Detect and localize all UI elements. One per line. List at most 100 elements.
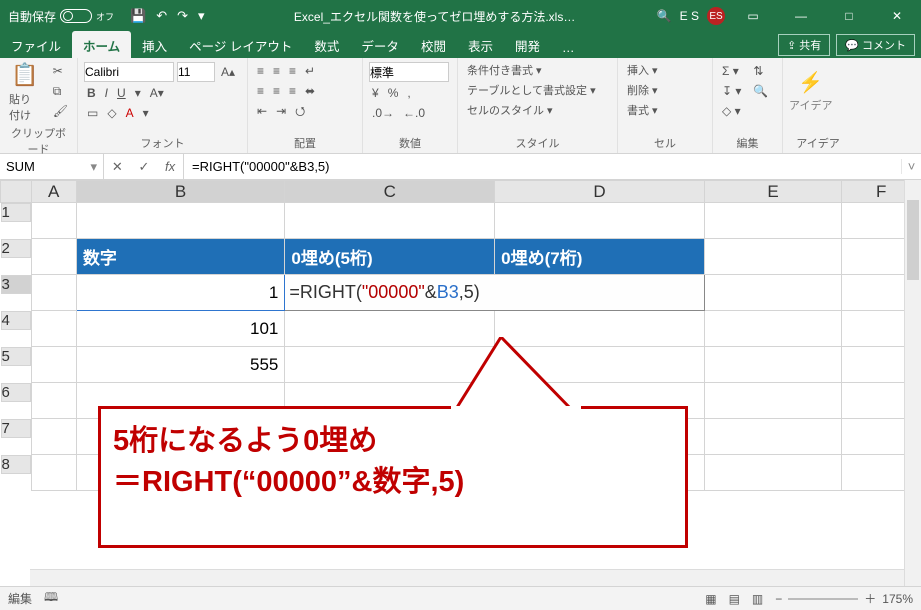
clear-icon[interactable]: ◇ ▾ <box>719 102 744 120</box>
row-header-5[interactable]: 5 <box>1 347 31 366</box>
font-size-select[interactable] <box>177 62 215 82</box>
view-pagebreak-icon[interactable]: ▥ <box>746 592 769 606</box>
user-avatar[interactable]: ES <box>707 7 725 25</box>
tab-review[interactable]: 校閲 <box>410 31 457 58</box>
border-icon[interactable]: ▭ <box>84 104 101 122</box>
delete-cells-button[interactable]: 削除 ▾ <box>624 82 661 100</box>
minimize-button[interactable]: — <box>781 9 821 23</box>
close-button[interactable]: ✕ <box>877 9 917 23</box>
insert-cells-button[interactable]: 挿入 ▾ <box>624 62 661 80</box>
accessibility-icon[interactable]: 🕮 <box>44 588 58 609</box>
row-header-6[interactable]: 6 <box>1 383 31 402</box>
cell-b3[interactable]: 1 <box>76 275 285 311</box>
percent-icon[interactable]: % <box>385 84 402 102</box>
row-header-1[interactable]: 1 <box>1 203 31 222</box>
ideas-icon[interactable]: ⚡ <box>798 70 823 95</box>
tab-insert[interactable]: 挿入 <box>131 31 178 58</box>
underline-button[interactable]: U <box>114 84 129 102</box>
tab-formulas[interactable]: 数式 <box>303 31 350 58</box>
vertical-scrollbar[interactable] <box>904 180 921 586</box>
ideas-button[interactable]: アイデア <box>789 97 832 113</box>
format-painter-icon[interactable]: 🖌 <box>50 102 71 120</box>
tab-pagelayout[interactable]: ページ レイアウト <box>178 31 303 58</box>
save-icon[interactable]: 💾 <box>130 8 146 24</box>
tab-view[interactable]: 表示 <box>457 31 504 58</box>
cell-styles-button[interactable]: セルのスタイル ▾ <box>464 102 599 120</box>
ribbon-options-icon[interactable]: ▭ <box>733 9 773 23</box>
maximize-button[interactable]: □ <box>829 9 869 23</box>
enter-formula-icon[interactable]: ✓ <box>138 159 149 175</box>
zoom-in-button[interactable]: ＋ <box>858 590 882 607</box>
expand-formula-bar-icon[interactable]: ˅ <box>901 159 921 174</box>
row-header-4[interactable]: 4 <box>1 311 31 330</box>
name-box[interactable]: SUM ▾ <box>0 154 104 179</box>
autosave-toggle[interactable]: 自動保存 オフ <box>0 8 122 25</box>
fill-icon[interactable]: ↧ ▾ <box>719 82 744 100</box>
format-as-table-button[interactable]: テーブルとして書式設定 ▾ <box>464 82 599 100</box>
row-header-2[interactable]: 2 <box>1 239 31 258</box>
share-button[interactable]: ⇪共有 <box>778 34 830 56</box>
row-header-3[interactable]: 3 <box>1 275 31 294</box>
tab-home[interactable]: ホーム <box>72 31 131 58</box>
row-header-7[interactable]: 7 <box>1 419 31 438</box>
cell-b2[interactable]: 数字 <box>76 239 285 275</box>
autosave-switch[interactable] <box>60 9 92 23</box>
paste-button[interactable]: 貼り付け <box>6 91 44 125</box>
cell-c2[interactable]: 0埋め(5桁) <box>285 239 495 275</box>
increase-decimal-icon[interactable]: .0→ <box>369 104 397 122</box>
tab-file[interactable]: ファイル <box>0 31 72 58</box>
decrease-decimal-icon[interactable]: ←.0 <box>400 104 428 122</box>
col-header-d[interactable]: D <box>495 181 705 203</box>
zoom-slider[interactable] <box>788 598 858 600</box>
align-bot-icon[interactable]: ≡ <box>286 62 299 80</box>
indent-dec-icon[interactable]: ⇤ <box>254 102 270 120</box>
align-left-icon[interactable]: ≡ <box>254 82 267 100</box>
tab-overflow[interactable]: … <box>551 36 586 58</box>
redo-icon[interactable]: ↷ <box>177 8 188 24</box>
sort-filter-icon[interactable]: ⇅ <box>750 62 771 80</box>
font-color-more-icon[interactable]: ▾ <box>140 104 152 122</box>
cell-d2[interactable]: 0埋め(7桁) <box>495 239 705 275</box>
view-pagelayout-icon[interactable]: ▤ <box>723 592 746 606</box>
increase-font-icon[interactable]: A▴ <box>218 63 238 81</box>
merge-icon[interactable]: ⬌ <box>302 82 318 100</box>
tab-developer[interactable]: 開発 <box>504 31 551 58</box>
fill-color-icon[interactable]: ◇ <box>104 104 119 122</box>
col-header-e[interactable]: E <box>704 181 841 203</box>
align-center-icon[interactable]: ≡ <box>270 82 283 100</box>
tab-data[interactable]: データ <box>350 31 410 58</box>
wrap-text-icon[interactable]: ↵ <box>302 62 318 80</box>
cell-c3-editing[interactable]: =RIGHT("00000"&B3,5) <box>285 275 705 311</box>
font-color-icon[interactable]: A <box>123 104 137 122</box>
col-header-a[interactable]: A <box>31 181 76 203</box>
col-header-c[interactable]: C <box>285 181 495 203</box>
currency-icon[interactable]: ¥ <box>369 84 382 102</box>
name-box-dropdown-icon[interactable]: ▾ <box>90 159 97 175</box>
find-select-icon[interactable]: 🔍 <box>750 82 771 100</box>
comment-button[interactable]: 💬コメント <box>836 34 915 56</box>
col-header-b[interactable]: B <box>76 181 285 203</box>
number-format-select[interactable] <box>369 62 449 82</box>
autosum-icon[interactable]: Σ ▾ <box>719 62 744 80</box>
cancel-formula-icon[interactable]: ✕ <box>112 159 123 175</box>
formula-input[interactable]: =RIGHT("00000"&B3,5) <box>184 159 901 174</box>
italic-button[interactable]: I <box>102 84 111 102</box>
align-right-icon[interactable]: ≡ <box>286 82 299 100</box>
copy-icon[interactable]: ⧉ <box>50 82 71 100</box>
paste-icon[interactable]: 📋 <box>11 62 38 88</box>
qat-overflow-icon[interactable]: ▾ <box>198 8 205 24</box>
comma-icon[interactable]: , <box>404 84 413 102</box>
zoom-level[interactable]: 175% <box>882 592 913 606</box>
zoom-out-button[interactable]: − <box>769 592 788 606</box>
row-header-8[interactable]: 8 <box>1 455 31 474</box>
font-name-select[interactable] <box>84 62 174 82</box>
search-icon[interactable]: 🔍 <box>657 9 672 23</box>
view-normal-icon[interactable]: ▦ <box>699 592 722 606</box>
bold-button[interactable]: B <box>84 84 99 102</box>
fx-icon[interactable]: fx <box>165 159 175 174</box>
cut-icon[interactable]: ✂ <box>50 62 71 80</box>
font-more-icon[interactable]: ▾ <box>132 84 144 102</box>
conditional-format-button[interactable]: 条件付き書式 ▾ <box>464 62 599 80</box>
decrease-font-icon[interactable]: A▾ <box>147 84 167 102</box>
orientation-icon[interactable]: ⭯ <box>292 102 308 120</box>
